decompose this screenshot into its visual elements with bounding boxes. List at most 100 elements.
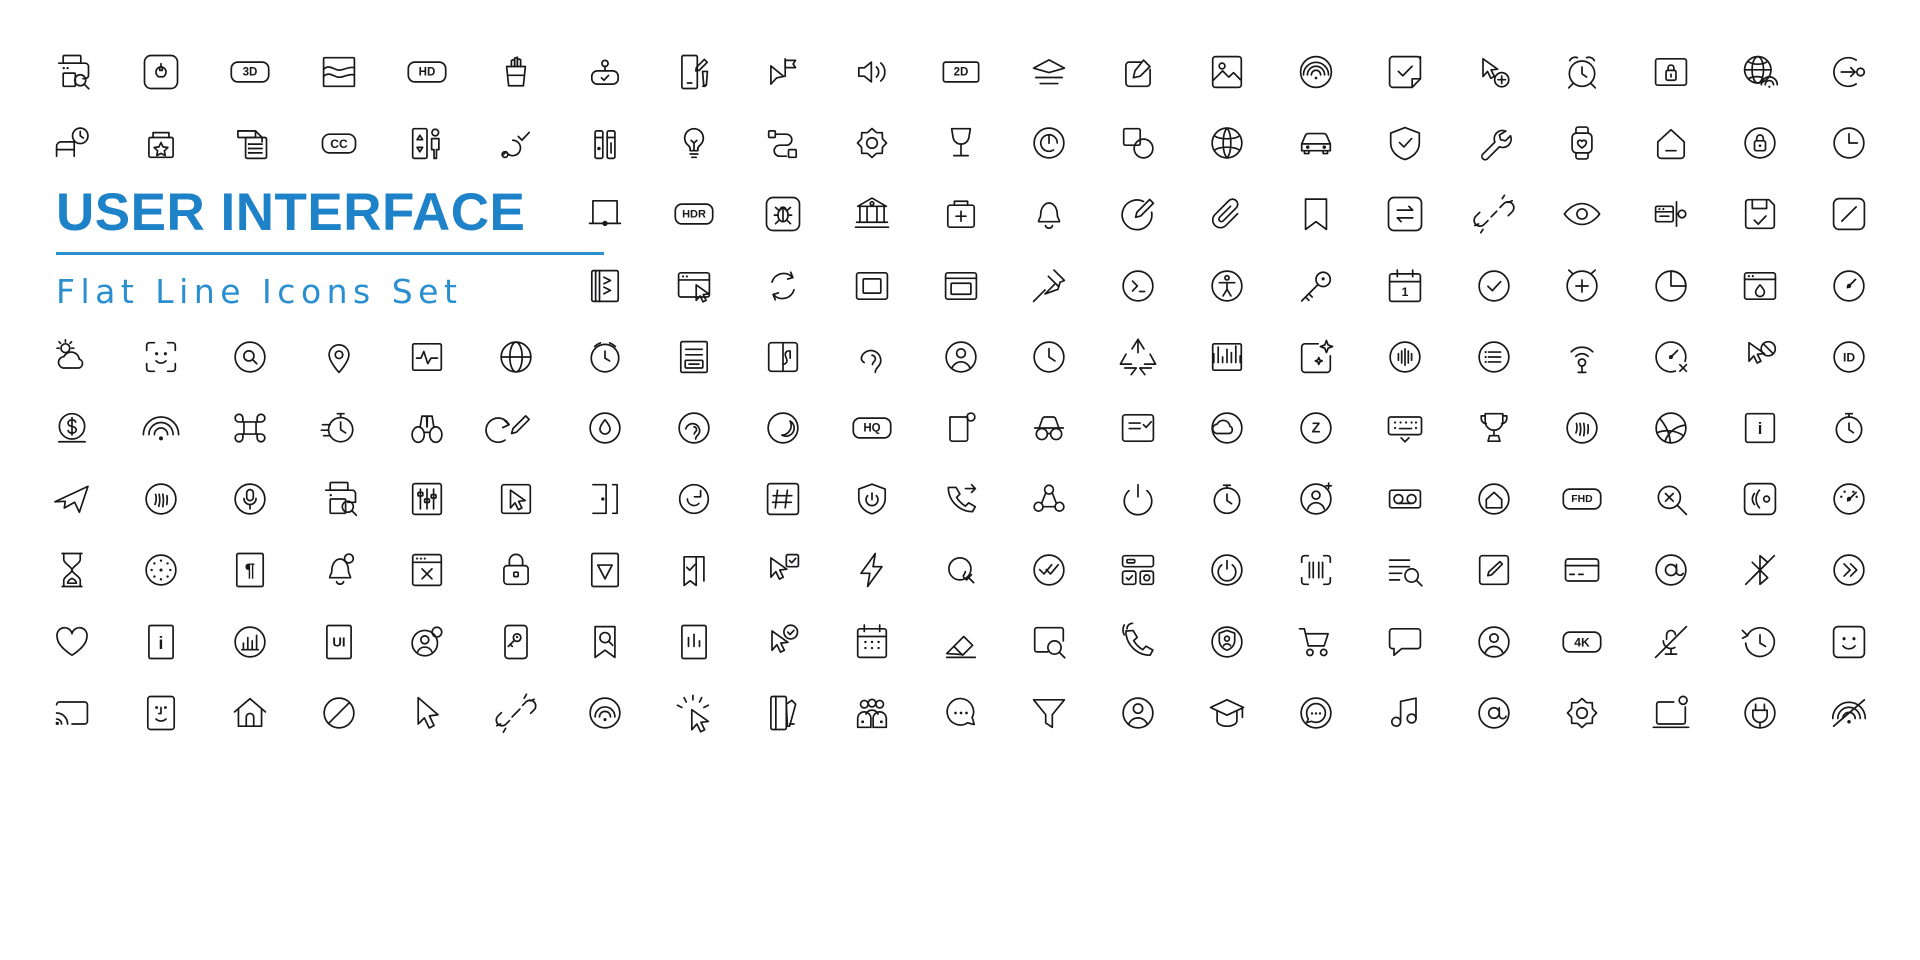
cloud-circle-icon[interactable]	[1199, 400, 1255, 456]
clock-quarter-icon[interactable]	[1821, 115, 1877, 171]
block-circle-icon[interactable]	[311, 685, 367, 741]
smiley-square-icon[interactable]	[1821, 614, 1877, 670]
printer-search-icon[interactable]	[44, 44, 100, 100]
note-pen-icon[interactable]	[666, 44, 722, 100]
edit-circle-icon[interactable]	[1110, 186, 1166, 242]
bed-clock-icon[interactable]	[44, 115, 100, 171]
trophy-icon[interactable]	[1466, 400, 1522, 456]
hourglass-icon[interactable]	[44, 542, 100, 598]
key-icon[interactable]	[1288, 258, 1344, 314]
list-circle-icon[interactable]	[1466, 329, 1522, 385]
double-check-circle-icon[interactable]	[1021, 542, 1077, 598]
credit-card-icon[interactable]	[1554, 542, 1610, 598]
face-id-square-icon[interactable]	[133, 685, 189, 741]
wifi-circle-icon[interactable]	[1288, 44, 1344, 100]
nfc-scan-icon[interactable]	[1732, 471, 1788, 527]
phone-call-icon[interactable]	[1110, 614, 1166, 670]
soundwave-circle-icon[interactable]	[1377, 329, 1433, 385]
incognito-icon[interactable]	[1021, 400, 1077, 456]
microphone-circle-icon[interactable]	[222, 471, 278, 527]
plug-power-icon[interactable]	[1732, 685, 1788, 741]
equalizer-sliders-icon[interactable]	[399, 471, 455, 527]
mobile-key-icon[interactable]	[488, 614, 544, 670]
dollar-circle-icon[interactable]	[44, 400, 100, 456]
calendar-grid-icon[interactable]	[844, 614, 900, 670]
browser-close-icon[interactable]	[399, 542, 455, 598]
equalizer-bars-icon[interactable]	[1199, 329, 1255, 385]
share-nodes-icon[interactable]	[1021, 471, 1077, 527]
calendar-day-icon[interactable]: 1	[1377, 258, 1433, 314]
check-circle-icon[interactable]	[1466, 258, 1522, 314]
sparkle-square-icon[interactable]	[1288, 329, 1344, 385]
shopping-cart-icon[interactable]	[1288, 614, 1344, 670]
idea-bulb-icon[interactable]	[666, 115, 722, 171]
timer-clock-icon[interactable]	[577, 329, 633, 385]
signal-tower-icon[interactable]	[1554, 329, 1610, 385]
check-square-icon[interactable]	[1377, 44, 1433, 100]
info-rect-icon[interactable]: i	[133, 614, 189, 670]
search-oval-icon[interactable]	[222, 329, 278, 385]
image-picture-icon[interactable]	[1199, 44, 1255, 100]
timer-snooze-icon[interactable]	[1199, 471, 1255, 527]
cursor-pointer-icon[interactable]	[399, 685, 455, 741]
settings-cog-icon[interactable]	[1554, 685, 1610, 741]
padlock-icon[interactable]	[488, 542, 544, 598]
settings-gear-icon[interactable]	[844, 115, 900, 171]
search-check-icon[interactable]	[933, 542, 989, 598]
music-note-icon[interactable]	[1377, 685, 1433, 741]
home-minus-icon[interactable]	[1643, 115, 1699, 171]
timer-circle-icon[interactable]	[1821, 400, 1877, 456]
pushpin-icon[interactable]	[1021, 258, 1077, 314]
voicemail-icon[interactable]	[1377, 471, 1433, 527]
car-front-icon[interactable]	[1288, 115, 1344, 171]
dashboard-error-icon[interactable]	[1643, 329, 1699, 385]
id-badge-circle-icon[interactable]: ID	[1821, 329, 1877, 385]
undo-edit-icon[interactable]	[488, 400, 544, 456]
dribbble-circle-icon[interactable]	[1643, 400, 1699, 456]
bookmark-search-icon[interactable]	[577, 614, 633, 670]
shield-person-icon[interactable]	[1199, 614, 1255, 670]
bug-square-icon[interactable]	[755, 186, 811, 242]
alarm-clock-icon[interactable]	[1554, 44, 1610, 100]
bell-ring-icon[interactable]	[311, 542, 367, 598]
info-square-icon[interactable]: i	[1732, 400, 1788, 456]
3d-badge-icon[interactable]: 3D	[222, 44, 278, 100]
notebook-pen-icon[interactable]	[755, 685, 811, 741]
target-swirl-icon[interactable]	[1021, 115, 1077, 171]
printer-zoom-icon[interactable]	[311, 471, 367, 527]
user-profile-circle-icon[interactable]	[1466, 614, 1522, 670]
cursor-check-icon[interactable]	[755, 542, 811, 598]
globe-sphere-icon[interactable]	[1199, 115, 1255, 171]
cc-badge-icon[interactable]: CC	[311, 115, 367, 171]
click-tap-icon[interactable]	[666, 685, 722, 741]
weather-sun-cloud-icon[interactable]	[44, 329, 100, 385]
fingerprint-circle-icon[interactable]	[1554, 400, 1610, 456]
refresh-circle-icon[interactable]	[666, 471, 722, 527]
pointer-check-icon[interactable]	[488, 115, 544, 171]
smartwatch-heart-icon[interactable]	[1554, 115, 1610, 171]
cursor-add-icon[interactable]	[1466, 44, 1522, 100]
binoculars-icon[interactable]	[399, 400, 455, 456]
elevator-icon[interactable]	[399, 115, 455, 171]
broken-link-icon[interactable]	[1466, 186, 1522, 242]
hdr-badge-icon[interactable]: HDR	[666, 186, 722, 242]
history-clock-icon[interactable]	[1732, 614, 1788, 670]
paperclip-icon[interactable]	[1199, 186, 1255, 242]
window-panel-icon[interactable]	[933, 258, 989, 314]
image-wave-icon[interactable]	[311, 44, 367, 100]
barcode-scan-icon[interactable]	[1288, 542, 1344, 598]
power-circle-icon[interactable]	[1199, 542, 1255, 598]
shield-check-icon[interactable]	[1377, 115, 1433, 171]
door-exit-icon[interactable]	[577, 471, 633, 527]
broken-chain-icon[interactable]	[488, 685, 544, 741]
toolbox-panel-icon[interactable]	[1643, 186, 1699, 242]
globe-wifi-icon[interactable]	[1732, 44, 1788, 100]
z-circle-icon[interactable]: Z	[1288, 400, 1344, 456]
bank-icon[interactable]	[844, 186, 900, 242]
copy-corner-icon[interactable]	[933, 400, 989, 456]
document-lines-icon[interactable]	[666, 329, 722, 385]
command-key-icon[interactable]	[222, 400, 278, 456]
battery-test-icon[interactable]	[577, 115, 633, 171]
pulse-chart-icon[interactable]	[399, 329, 455, 385]
wine-glass-icon[interactable]	[933, 115, 989, 171]
